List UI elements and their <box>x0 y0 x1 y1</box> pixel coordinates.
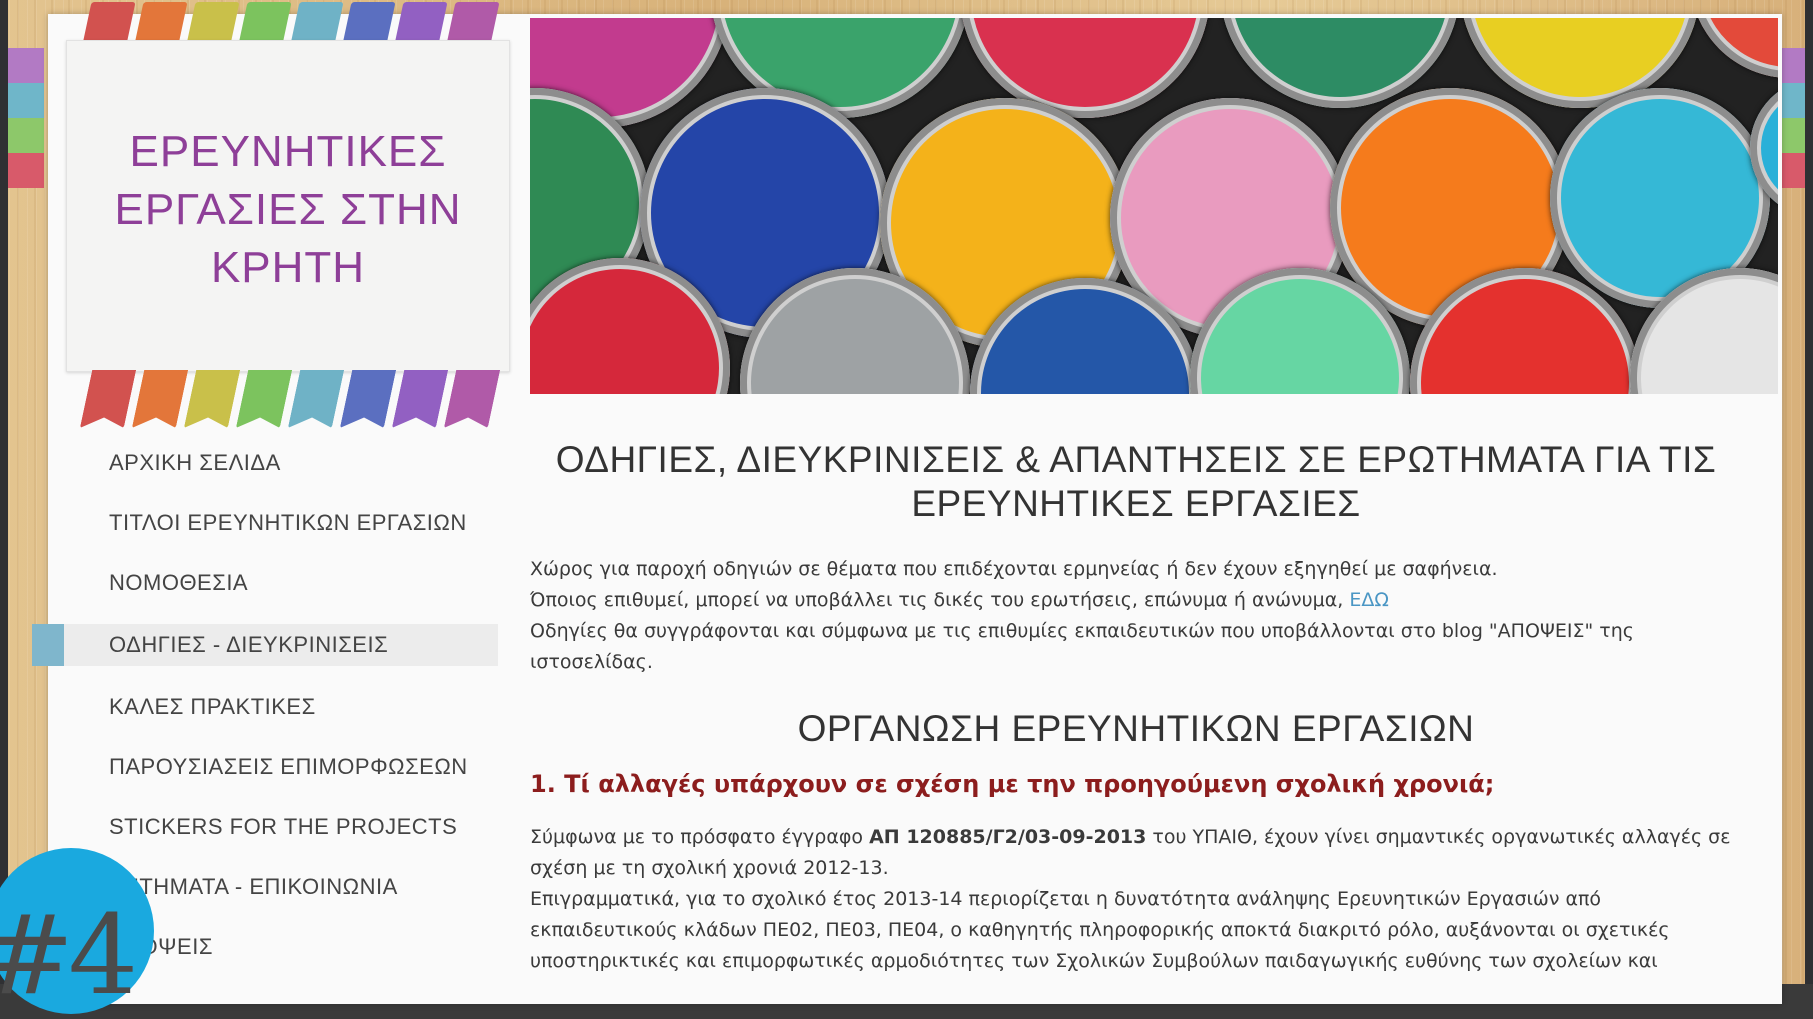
sidebar-item[interactable]: ΝΟΜΟΘΕΣΙΑ <box>32 560 498 620</box>
sidebar-item[interactable]: ΠΑΡΟΥΣΙΑΣΕΙΣ ΕΠΙΜΟΡΦΩΣΕΩΝ <box>32 744 498 804</box>
answer-paragraph-2: Επιγραμματικά, για το σχολικό έτος 2013-… <box>530 888 1670 972</box>
intro-line-1: Χώρος για παροχή οδηγιών σε θέματα που ε… <box>530 558 1498 580</box>
ribbon-tab <box>444 370 500 428</box>
ribbon-tab <box>340 370 396 428</box>
window-edge-right <box>1805 0 1813 984</box>
answer-document-ref: ΑΠ 120885/Γ2/03-09-2013 <box>869 826 1147 848</box>
site-title[interactable]: ΕΡΕΥΝΗΤΙΚΕΣ ΕΡΓΑΣΙΕΣ ΣΤΗΝ ΚΡΗΤΗ <box>67 123 509 297</box>
intro-line-3: Οδηγίες θα συγγράφονται και σύμφωνα με τ… <box>530 620 1634 673</box>
ribbon-tab <box>184 370 240 428</box>
hero-image <box>530 18 1778 394</box>
ribbon-tab <box>236 370 292 428</box>
sidebar-item-label: ΝΟΜΟΘΕΣΙΑ <box>109 570 249 595</box>
slide-number-label: #4 <box>0 891 138 1019</box>
site-title-line-3: ΚΡΗΤΗ <box>210 243 366 292</box>
sidebar-item-label: ΟΔΗΓΙΕΣ - ΔΙΕΥΚΡΙΝΙΣΕΙΣ <box>109 632 389 657</box>
sidebar-item-label: ΖΗΤΗΜΑΤΑ - ΕΠΙΚΟΙΝΩΝΙΑ <box>109 874 398 899</box>
active-marker <box>32 624 64 666</box>
site-title-line-1: ΕΡΕΥΝΗΤΙΚΕΣ <box>129 127 447 176</box>
intro-line-2-text: Όποιος επιθυμεί, μπορεί να υποβάλλει τις… <box>530 589 1344 611</box>
site-title-card[interactable]: ΕΡΕΥΝΗΤΙΚΕΣ ΕΡΓΑΣΙΕΣ ΣΤΗΝ ΚΡΗΤΗ <box>66 40 510 372</box>
chalk-pastel <box>1690 18 1778 78</box>
intro-line-2: Όποιος επιθυμεί, μπορεί να υποβάλλει τις… <box>530 585 1742 616</box>
sidebar-item-label: STICKERS FOR THE PROJECTS <box>109 814 458 839</box>
submit-question-link[interactable]: ΕΔΩ <box>1349 589 1389 611</box>
sidebar-item[interactable]: ΑΡΧΙΚΗ ΣΕΛΙΔΑ <box>32 440 498 500</box>
ribbon-tab <box>392 370 448 428</box>
sidebar-item[interactable]: ΤΙΤΛΟΙ ΕΡΕΥΝΗΤΙΚΩΝ ΕΡΓΑΣΙΩΝ <box>32 500 498 560</box>
sidebar-item-label: ΑΡΧΙΚΗ ΣΕΛΙΔΑ <box>109 450 281 475</box>
page-title: ΟΔΗΓΙΕΣ, ΔΙΕΥΚΡΙΝΙΣΕΙΣ & ΑΠΑΝΤΗΣΕΙΣ ΣΕ Ε… <box>555 439 1717 524</box>
side-ribbon-left <box>8 48 44 188</box>
question-1-heading: 1. Τί αλλαγές υπάρχουν σε σχέση με την π… <box>530 770 1495 798</box>
sidebar-item[interactable]: ΟΔΗΓΙΕΣ - ΔΙΕΥΚΡΙΝΙΣΕΙΣ <box>32 624 498 666</box>
sidebar-item-label: ΠΑΡΟΥΣΙΑΣΕΙΣ ΕΠΙΜΟΡΦΩΣΕΩΝ <box>109 754 468 779</box>
ribbon-tabs-bottom <box>86 370 494 428</box>
sidebar-item-label: ΤΙΤΛΟΙ ΕΡΕΥΝΗΤΙΚΩΝ ΕΡΓΑΣΙΩΝ <box>109 510 467 535</box>
ribbon-tab <box>80 370 136 428</box>
answer-paragraph-1: Σύμφωνα με το πρόσφατο έγγραφο ΑΠ 120885… <box>530 822 1742 884</box>
answer-prefix: Σύμφωνα με το πρόσφατο έγγραφο <box>530 826 864 848</box>
window-edge-left <box>0 0 8 984</box>
sidebar-item-label: ΚΑΛΕΣ ΠΡΑΚΤΙΚΕΣ <box>109 694 316 719</box>
section-heading: ΟΡΓΑΝΩΣΗ ΕΡΕΥΝΗΤΙΚΩΝ ΕΡΓΑΣΙΩΝ <box>797 708 1475 749</box>
ribbon-tab <box>132 370 188 428</box>
sidebar-item[interactable]: ΚΑΛΕΣ ΠΡΑΚΤΙΚΕΣ <box>32 684 498 744</box>
slide-number-badge: #4 <box>0 848 154 1014</box>
main-content: ΟΔΗΓΙΕΣ, ΔΙΕΥΚΡΙΝΙΣΕΙΣ & ΑΠΑΝΤΗΣΕΙΣ ΣΕ Ε… <box>530 438 1742 977</box>
site-title-line-2: ΕΡΓΑΣΙΕΣ ΣΤΗΝ <box>114 185 462 234</box>
ribbon-tab <box>288 370 344 428</box>
